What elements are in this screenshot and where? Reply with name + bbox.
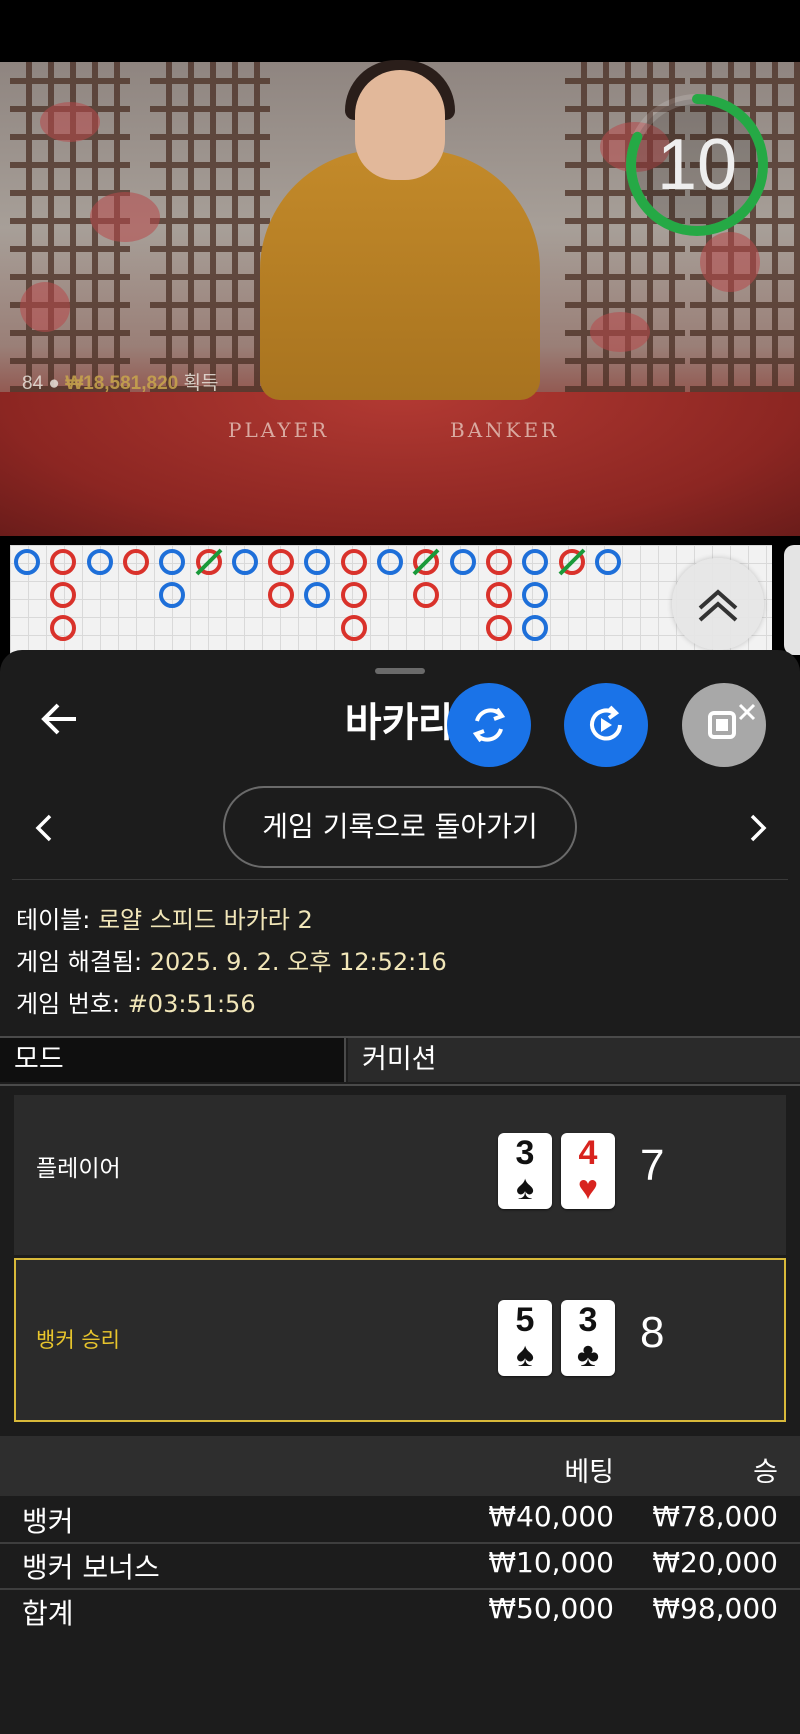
expand-road-button[interactable] xyxy=(672,558,764,650)
bet-name: 뱅커 보너스 xyxy=(22,1551,160,1584)
player-bead xyxy=(159,549,186,575)
win-amount: ₩78,000 xyxy=(652,1500,778,1533)
card-rank: 5 xyxy=(515,1301,535,1339)
person-icon: ● xyxy=(48,373,60,394)
rotate-view-button[interactable] xyxy=(447,683,531,767)
table-row-total: 합계 ₩50,000 ₩98,000 xyxy=(0,1588,800,1634)
banker-bead xyxy=(485,615,512,641)
card-suit-icon: ♣ xyxy=(576,1336,600,1374)
banker-hand-row: 뱅커 승리 5 ♠ 3 ♣ 8 xyxy=(14,1258,786,1422)
close-button[interactable] xyxy=(682,683,766,767)
card-suit-icon: ♥ xyxy=(577,1169,599,1207)
player-bead xyxy=(159,582,186,608)
chevron-left-icon xyxy=(35,814,52,842)
banker-bead xyxy=(268,549,295,575)
divider xyxy=(12,879,788,880)
table-label: 테이블: xyxy=(16,906,91,934)
game-number-info: 게임 번호: #03:51:56 xyxy=(16,984,256,1019)
table-row: 뱅커 보너스 ₩10,000 ₩20,000 xyxy=(0,1542,800,1590)
tab-commission[interactable]: 커미션 xyxy=(348,1038,800,1082)
win-amount: ₩20,000 xyxy=(652,1546,778,1579)
dealer xyxy=(260,150,540,400)
total-amount: ₩18,581,820 xyxy=(65,373,179,394)
viewer-count: 84 xyxy=(22,373,44,394)
banker-bead xyxy=(485,582,512,608)
game-number-label: 게임 번호: xyxy=(16,990,121,1018)
bet-name: 뱅커 xyxy=(22,1505,74,1538)
bet-amount: ₩40,000 xyxy=(488,1500,614,1533)
felt-player-label: PLAYER xyxy=(228,418,330,442)
round-stats: 84 ● ₩18,581,820 획득 xyxy=(22,368,218,395)
total-suffix: 획득 xyxy=(183,373,219,394)
game-number-value: #03:51:56 xyxy=(127,990,256,1018)
resolved-value: 2025. 9. 2. 오후 12:52:16 xyxy=(149,948,447,976)
close-icon xyxy=(708,703,756,739)
card-rank: 3 xyxy=(515,1134,535,1172)
total-win: ₩98,000 xyxy=(652,1592,778,1625)
win-column-header: 승 xyxy=(753,1457,778,1488)
player-bead xyxy=(594,549,621,575)
banker-bead xyxy=(340,615,367,641)
player-label: 플레이어 xyxy=(36,1156,121,1182)
back-to-history-button[interactable]: 게임 기록으로 돌아가기 xyxy=(223,786,577,868)
playing-card: 4 ♥ xyxy=(561,1133,615,1209)
baccarat-table xyxy=(0,392,800,536)
card-suit-icon: ♠ xyxy=(515,1169,535,1207)
dealer-head xyxy=(355,70,445,180)
player-bead xyxy=(449,549,476,575)
replay-button[interactable] xyxy=(564,683,648,767)
table-row: 뱅커 ₩40,000 ₩78,000 xyxy=(0,1496,800,1544)
card-rank: 3 xyxy=(578,1301,598,1339)
player-hand-row: 플레이어 3 ♠ 4 ♥ 7 xyxy=(14,1095,786,1255)
playing-card: 5 ♠ xyxy=(498,1300,552,1376)
resolved-label: 게임 해결됨: xyxy=(16,948,143,976)
banker-bead xyxy=(485,549,512,575)
chevron-right-icon xyxy=(750,814,767,842)
card-suit-icon: ♠ xyxy=(515,1336,535,1374)
card-rank: 4 xyxy=(578,1134,598,1172)
bets-table-header xyxy=(0,1436,800,1496)
scoreboard-edge xyxy=(784,545,800,655)
player-bead xyxy=(86,549,113,575)
player-bead xyxy=(14,549,40,575)
banker-score: 8 xyxy=(640,1308,665,1357)
banker-bead xyxy=(268,582,295,608)
player-bead xyxy=(231,549,258,575)
playing-card: 3 ♣ xyxy=(561,1300,615,1376)
player-bead xyxy=(522,582,549,608)
rotate-icon xyxy=(472,707,506,743)
tab-mode[interactable]: 모드 xyxy=(0,1038,346,1082)
next-game-button[interactable] xyxy=(742,810,772,850)
previous-game-button[interactable] xyxy=(30,810,60,850)
banker-win-label: 뱅커 승리 xyxy=(36,1328,120,1352)
player-score: 7 xyxy=(640,1141,665,1190)
player-bead xyxy=(522,549,549,575)
table-value: 로얄 스피드 바카라 2 xyxy=(97,906,313,934)
resolved-info: 게임 해결됨: 2025. 9. 2. 오후 12:52:16 xyxy=(16,942,447,977)
page-title: 바카라 xyxy=(344,700,456,746)
playing-card: 3 ♠ xyxy=(498,1133,552,1209)
bet-amount: ₩10,000 xyxy=(488,1546,614,1579)
banker-bead xyxy=(122,549,149,575)
total-bet: ₩50,000 xyxy=(488,1592,614,1625)
drag-handle[interactable] xyxy=(375,668,425,674)
replay-icon xyxy=(590,705,622,741)
felt-banker-label: BANKER xyxy=(450,418,560,442)
player-bead xyxy=(522,615,549,641)
table-info: 테이블: 로얄 스피드 바카라 2 xyxy=(16,900,313,935)
player-bead xyxy=(377,549,403,575)
double-chevron-up-icon xyxy=(698,589,738,622)
banker-bead xyxy=(340,582,367,608)
banker-bead xyxy=(340,549,367,575)
countdown-text: 10 xyxy=(656,125,738,205)
total-label: 합계 xyxy=(22,1597,74,1630)
bet-column-header: 베팅 xyxy=(564,1457,614,1488)
